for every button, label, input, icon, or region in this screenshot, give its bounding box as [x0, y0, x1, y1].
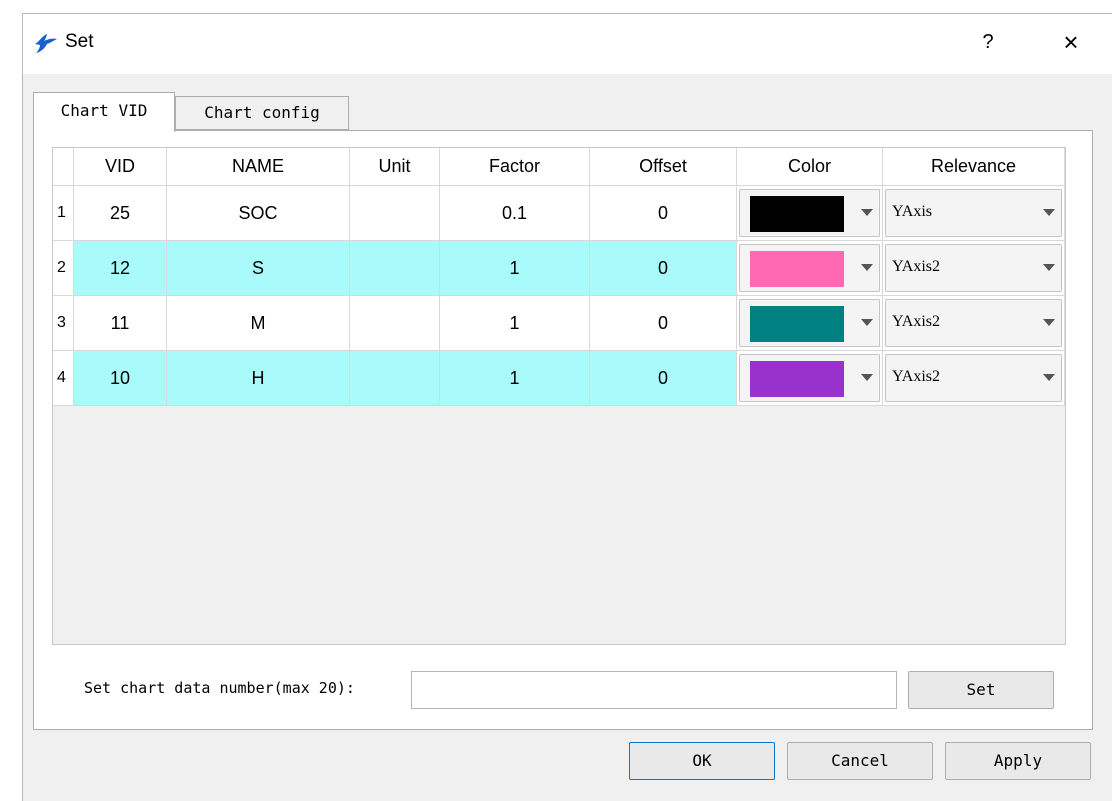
relevance-value: YAxis2 [892, 313, 941, 330]
table-row[interactable]: 3 11 M 1 0 YAxis2 [53, 295, 1065, 351]
relevance-cell: YAxis2 [882, 350, 1065, 406]
vid-cell[interactable]: 25 [73, 185, 167, 241]
chevron-down-icon [1043, 209, 1055, 216]
chevron-down-icon [861, 319, 873, 326]
column-header-vid[interactable]: VID [73, 148, 167, 186]
table-row[interactable]: 4 10 H 1 0 YAxis2 [53, 350, 1065, 406]
relevance-dropdown[interactable]: YAxis [885, 189, 1062, 237]
table-row[interactable]: 2 12 S 1 0 YAxis2 [53, 240, 1065, 296]
column-header-color[interactable]: Color [736, 148, 883, 186]
name-cell[interactable]: H [166, 350, 350, 406]
unit-cell[interactable] [349, 350, 440, 406]
factor-cell[interactable]: 1 [439, 350, 590, 406]
vid-cell[interactable]: 12 [73, 240, 167, 296]
row-header[interactable]: 4 [53, 350, 74, 406]
dialog-title: Set [65, 31, 94, 52]
tab-chart-config[interactable]: Chart config [175, 96, 349, 130]
relevance-dropdown[interactable]: YAxis2 [885, 354, 1062, 402]
chevron-down-icon [861, 264, 873, 271]
relevance-cell: YAxis [882, 185, 1065, 241]
column-header-relevance[interactable]: Relevance [882, 148, 1065, 186]
color-dropdown[interactable] [739, 354, 880, 402]
column-header-name[interactable]: NAME [166, 148, 350, 186]
relevance-cell: YAxis2 [882, 240, 1065, 296]
factor-cell[interactable]: 0.1 [439, 185, 590, 241]
offset-cell[interactable]: 0 [589, 350, 737, 406]
tab-panel: VID NAME Unit Factor Offset Color Releva… [33, 130, 1093, 730]
set-chart-data-label: Set chart data number(max 20): [84, 679, 355, 697]
relevance-value: YAxis2 [892, 368, 941, 385]
cancel-button[interactable]: Cancel [787, 742, 933, 780]
apply-button[interactable]: Apply [945, 742, 1091, 780]
name-cell[interactable]: M [166, 295, 350, 351]
set-dialog: Set ? × Chart VID Chart config VID NAME … [22, 13, 1112, 801]
color-cell [736, 185, 883, 241]
chevron-down-icon [861, 209, 873, 216]
color-swatch [750, 251, 844, 287]
color-dropdown[interactable] [739, 299, 880, 347]
chevron-down-icon [1043, 264, 1055, 271]
relevance-dropdown[interactable]: YAxis2 [885, 299, 1062, 347]
color-swatch [750, 196, 844, 232]
offset-cell[interactable]: 0 [589, 185, 737, 241]
set-button[interactable]: Set [908, 671, 1054, 709]
row-header[interactable]: 3 [53, 295, 74, 351]
unit-cell[interactable] [349, 295, 440, 351]
name-cell[interactable]: S [166, 240, 350, 296]
close-button[interactable]: × [1053, 24, 1089, 60]
relevance-dropdown[interactable]: YAxis2 [885, 244, 1062, 292]
factor-cell[interactable]: 1 [439, 240, 590, 296]
row-header[interactable]: 1 [53, 185, 74, 241]
chart-data-number-input[interactable] [411, 671, 897, 709]
column-header-offset[interactable]: Offset [589, 148, 737, 186]
offset-cell[interactable]: 0 [589, 240, 737, 296]
column-header-factor[interactable]: Factor [439, 148, 590, 186]
color-cell [736, 240, 883, 296]
relevance-cell: YAxis2 [882, 295, 1065, 351]
chevron-down-icon [1043, 374, 1055, 381]
tab-chart-vid[interactable]: Chart VID [33, 92, 175, 132]
row-header[interactable]: 2 [53, 240, 74, 296]
color-dropdown[interactable] [739, 189, 880, 237]
color-swatch [750, 306, 844, 342]
table-header-row: VID NAME Unit Factor Offset Color Releva… [53, 148, 1065, 186]
table-row[interactable]: 1 25 SOC 0.1 0 YAxis [53, 185, 1065, 241]
color-dropdown[interactable] [739, 244, 880, 292]
relevance-value: YAxis2 [892, 258, 941, 275]
bird-icon [35, 34, 57, 53]
background-window [0, 0, 22, 801]
title-bar: Set ? × [23, 14, 1112, 74]
ok-button[interactable]: OK [629, 742, 775, 780]
unit-cell[interactable] [349, 185, 440, 241]
help-button[interactable]: ? [973, 26, 1003, 58]
name-cell[interactable]: SOC [166, 185, 350, 241]
offset-cell[interactable]: 0 [589, 295, 737, 351]
color-swatch [750, 361, 844, 397]
table-corner[interactable] [53, 148, 74, 186]
chevron-down-icon [1043, 319, 1055, 326]
relevance-value: YAxis [892, 203, 933, 220]
factor-cell[interactable]: 1 [439, 295, 590, 351]
color-cell [736, 295, 883, 351]
vid-table: VID NAME Unit Factor Offset Color Releva… [52, 147, 1066, 645]
column-header-unit[interactable]: Unit [349, 148, 440, 186]
chevron-down-icon [861, 374, 873, 381]
color-cell [736, 350, 883, 406]
vid-cell[interactable]: 11 [73, 295, 167, 351]
vid-cell[interactable]: 10 [73, 350, 167, 406]
unit-cell[interactable] [349, 240, 440, 296]
